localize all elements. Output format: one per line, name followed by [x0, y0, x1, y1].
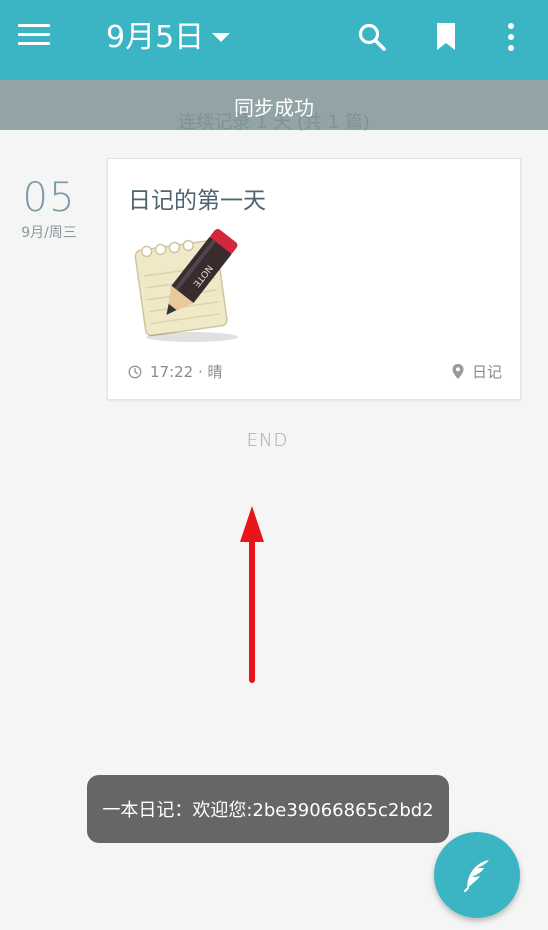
entry-time-weather: 17:22 · 晴	[128, 361, 223, 382]
menu-icon[interactable]	[18, 24, 50, 52]
entry-time-weather-text: 17:22 · 晴	[150, 363, 223, 381]
list-end-label: END	[246, 430, 289, 451]
location-pin-icon	[452, 364, 464, 379]
diary-entry-card[interactable]: 日记的第一天 NOTE 17:22 · 晴 日记	[107, 158, 521, 400]
caret-down-icon[interactable]	[212, 33, 230, 42]
bookmark-icon[interactable]	[433, 22, 463, 52]
entry-day: 05	[22, 175, 76, 221]
sync-banner: 连续记录 1 天 (共 1 篇) 同步成功	[0, 80, 548, 133]
entry-category-text: 日记	[471, 363, 502, 381]
search-icon[interactable]	[357, 22, 387, 52]
entry-category[interactable]: 日记	[452, 361, 502, 382]
app-bar: 9月5日	[0, 0, 548, 80]
entry-title: 日记的第一天	[128, 188, 266, 214]
new-entry-fab[interactable]	[434, 832, 520, 918]
clock-icon	[128, 364, 142, 379]
red-arrow-annotation	[240, 506, 264, 683]
feather-quill-icon	[464, 860, 489, 892]
more-vert-icon[interactable]	[497, 22, 527, 52]
sync-success-message: 同步成功	[234, 96, 314, 120]
entry-month-weekday: 9月/周三	[21, 225, 77, 241]
welcome-toast: 一本日记：欢迎您:2be39066865c2bd2	[87, 775, 449, 843]
notepad-pencil-icon: NOTE	[134, 229, 238, 342]
date-title[interactable]: 9月5日	[106, 18, 204, 58]
